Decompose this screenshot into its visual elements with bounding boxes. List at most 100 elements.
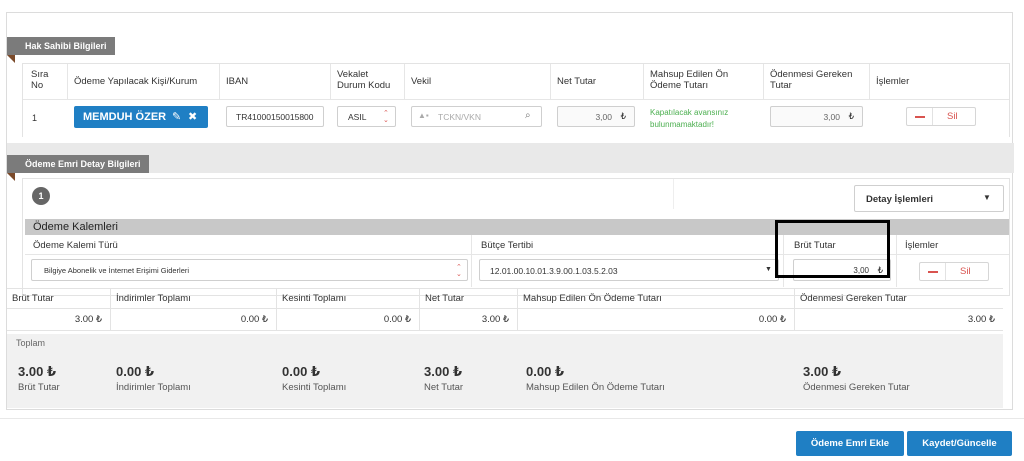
search-icon[interactable]: ⌕	[525, 110, 531, 121]
col-mahsup: Mahsup Edilen Ön Ödeme Tutarı	[650, 69, 729, 91]
updown-chevron-icon: ⌃ ⌄	[456, 264, 462, 278]
lira-icon: ₺	[310, 364, 320, 379]
mahsup-note: Kapatılacak avansınız bulunmamaktadır!	[650, 108, 729, 129]
section-tag-odeme-emri: Ödeme Emri Detay Bilgileri	[7, 155, 149, 181]
odeme-emri-ekle-button[interactable]: Ödeme Emri Ekle	[796, 431, 904, 456]
item-index-badge: 1	[32, 187, 50, 205]
summary-value: 0.00 ₺	[111, 309, 277, 331]
section-divider-band	[7, 143, 1014, 173]
minus-icon	[920, 263, 946, 280]
summary-header: Kesinti Toplamı	[277, 289, 420, 309]
summary-value: 3.00 ₺	[7, 309, 111, 331]
summary-value-text: 0.00	[758, 314, 778, 325]
detay-islemleri-dropdown[interactable]: Detay İşlemleri ▼	[854, 185, 1004, 212]
lira-icon: ₺	[779, 314, 786, 325]
total-item: 3.00 ₺ Net Tutar	[424, 364, 463, 393]
remove-icon[interactable]: ✖	[188, 110, 197, 123]
sil-button[interactable]: Sil	[919, 262, 989, 281]
person-id-icon: ▲▪	[418, 111, 429, 120]
total-value: 3.00 ₺	[18, 364, 60, 380]
hak-sahibi-table: Sıra No Ödeme Yapılacak Kişi/Kurum IBAN …	[22, 63, 1010, 137]
summary-header: İndirimler Toplamı	[111, 289, 277, 309]
summary-header: Brüt Tutar	[7, 289, 111, 309]
vekil-placeholder: TCKN/VKN	[438, 112, 481, 122]
divider	[673, 179, 674, 209]
col-kisi-kurum: Ödeme Yapılacak Kişi/Kurum	[74, 76, 198, 87]
divider	[0, 418, 1024, 419]
lira-icon: ₺	[46, 364, 56, 379]
divider	[896, 235, 897, 287]
col-islemler: İşlemler	[905, 240, 939, 251]
total-label: Brüt Tutar	[18, 382, 60, 393]
odenmesi-input: 3,00 ₺	[770, 106, 863, 127]
iban-value: TR41000150015800	[236, 112, 314, 122]
net-tutar-value: 3,00	[595, 112, 612, 122]
total-value-text: 0.00	[282, 364, 308, 379]
lira-icon: ₺	[502, 314, 509, 325]
total-value-text: 0.00	[116, 364, 142, 379]
total-value: 3.00 ₺	[803, 364, 910, 380]
divider	[471, 235, 472, 287]
lira-icon: ₺	[95, 314, 102, 325]
lira-icon: ₺	[404, 314, 411, 325]
summary-value-text: 0.00	[383, 314, 403, 325]
lira-icon: ₺	[620, 111, 626, 121]
net-tutar-input: 3,00 ₺	[557, 106, 635, 127]
section-tag-hak-sahibi: Hak Sahibi Bilgileri	[7, 37, 115, 63]
col-net-tutar: Net Tutar	[557, 76, 597, 87]
col-kalem-turu: Ödeme Kalemi Türü	[33, 240, 118, 251]
total-value-text: 0.00	[526, 364, 552, 379]
detay-label: Detay İşlemleri	[866, 194, 934, 205]
total-label: Mahsup Edilen Ön Ödeme Tutarı	[526, 382, 665, 393]
col-islemler: İşlemler	[876, 76, 910, 87]
odenmesi-value: 3,00	[823, 112, 840, 122]
kalem-turu-value: Bilgiye Abonelik ve İnternet Erişimi Gid…	[44, 266, 190, 275]
butce-tertibi-value: 12.01.00.10.01.3.9.00.1.03.5.2.03	[490, 266, 618, 276]
total-value: 0.00 ₺	[116, 364, 191, 380]
summary-value: 0.00 ₺	[277, 309, 420, 331]
total-label: Ödenmesi Gereken Tutar	[803, 382, 910, 393]
total-label: Net Tutar	[424, 382, 464, 393]
highlight-box	[775, 220, 890, 278]
table-row: 1 MEMDUH ÖZER ✎ ✖ TR41000150015800 ASIL …	[23, 100, 1009, 137]
total-label: İndirimler Toplamı	[116, 382, 191, 393]
kalem-turu-select[interactable]: Bilgiye Abonelik ve İnternet Erişimi Gid…	[31, 259, 468, 281]
lira-icon: ₺	[261, 314, 268, 325]
person-button[interactable]: MEMDUH ÖZER ✎ ✖	[74, 106, 208, 128]
person-name: MEMDUH ÖZER	[83, 111, 167, 123]
summary-value-text: 3.00	[967, 314, 987, 325]
summary-grid: Brüt Tutar İndirimler Toplamı Kesinti To…	[7, 288, 1003, 332]
lira-icon: ₺	[554, 364, 564, 379]
butce-tertibi-select[interactable]: 12.01.00.10.01.3.9.00.1.03.5.2.03 ▼	[479, 259, 779, 281]
summary-value-text: 3.00	[74, 314, 94, 325]
total-item: 0.00 ₺ Kesinti Toplamı	[282, 364, 346, 393]
vekil-input[interactable]: ▲▪ TCKN/VKN ⌕	[411, 106, 542, 127]
summary-header: Ödenmesi Gereken Tutar	[795, 289, 1003, 309]
lira-icon: ₺	[988, 314, 995, 325]
total-value-text: 3.00	[803, 364, 829, 379]
total-item: 3.00 ₺ Ödenmesi Gereken Tutar	[803, 364, 910, 393]
vekalet-select[interactable]: ASIL ⌃ ⌄	[337, 106, 396, 127]
caret-down-icon: ▼	[765, 266, 772, 273]
total-item: 3.00 ₺ Brüt Tutar	[18, 364, 60, 393]
summary-value-text: 3.00	[481, 314, 501, 325]
lira-icon: ₺	[452, 364, 462, 379]
total-item: 0.00 ₺ Mahsup Edilen Ön Ödeme Tutarı	[526, 364, 665, 393]
col-odenmesi: Ödenmesi Gereken Tutar	[770, 69, 853, 91]
total-label: Kesinti Toplamı	[282, 382, 347, 393]
col-vekil: Vekil	[411, 76, 432, 87]
iban-input[interactable]: TR41000150015800	[226, 106, 324, 127]
lira-icon: ₺	[848, 111, 854, 121]
total-item: 0.00 ₺ İndirimler Toplamı	[116, 364, 191, 393]
caret-down-icon: ▼	[983, 193, 991, 202]
col-iban: IBAN	[226, 76, 249, 87]
col-sira-no: Sıra No	[31, 69, 49, 91]
kaydet-guncelle-button[interactable]: Kaydet/Güncelle	[907, 431, 1012, 456]
section-title-odeme-emri: Ödeme Emri Detay Bilgileri	[25, 159, 141, 169]
lira-icon: ₺	[831, 364, 841, 379]
edit-icon[interactable]: ✎	[172, 110, 181, 123]
toplam-panel: Toplam 3.00 ₺ Brüt Tutar 0.00 ₺ İndiriml…	[7, 334, 1003, 408]
sil-button[interactable]: Sil	[906, 107, 976, 126]
summary-header: Mahsup Edilen Ön Ödeme Tutarı	[518, 289, 795, 309]
minus-icon	[907, 108, 933, 125]
